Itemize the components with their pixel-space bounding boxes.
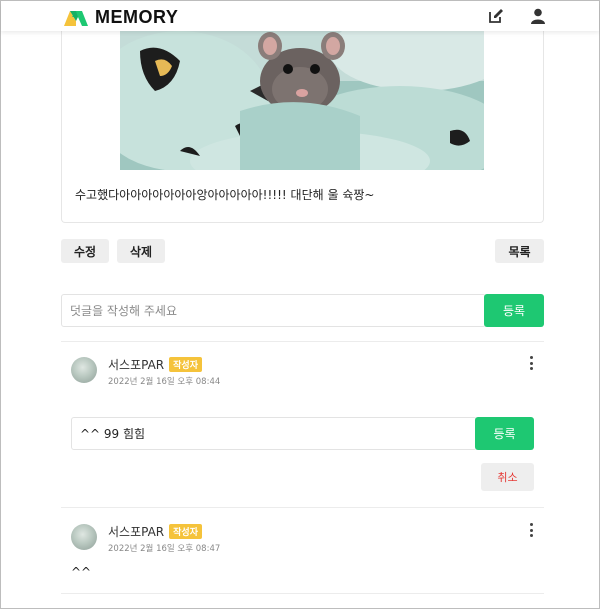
divider xyxy=(61,341,544,342)
edit-icon[interactable] xyxy=(487,7,505,25)
divider xyxy=(61,593,544,594)
user-icon[interactable] xyxy=(529,7,547,25)
avatar xyxy=(71,357,97,383)
divider xyxy=(61,507,544,508)
brand-logo[interactable]: MEMORY xyxy=(63,7,178,28)
comment-date: 2022년 2월 16일 오후 08:44 xyxy=(108,377,221,387)
comment-author-name: 서스포PAR xyxy=(108,358,165,372)
top-header: MEMORY xyxy=(1,1,599,31)
post-body-text: 수고했다아아아아아아아앙아아아아아!!!!! 대단해 울 슉짱~ xyxy=(75,188,375,202)
comment-author: 서스포PAR 작성자 xyxy=(108,356,202,373)
author-badge: 작성자 xyxy=(169,524,202,539)
comment-date: 2022년 2월 16일 오후 08:47 xyxy=(108,544,221,554)
more-options-icon[interactable] xyxy=(528,523,534,537)
edit-post-button[interactable]: 수정 xyxy=(61,239,109,263)
more-options-icon[interactable] xyxy=(528,356,534,370)
comment-author: 서스포PAR 작성자 xyxy=(108,523,202,540)
delete-post-button[interactable]: 삭제 xyxy=(117,239,165,263)
avatar xyxy=(71,524,97,550)
brand-name: MEMORY xyxy=(95,7,179,27)
logo-m-icon xyxy=(64,10,88,26)
comment-body-text: ^^ xyxy=(71,565,92,579)
comment-edit-value: ^^ 99 힘힘 xyxy=(80,427,146,441)
list-button[interactable]: 목록 xyxy=(495,239,544,263)
post-photo xyxy=(120,31,484,170)
comment-edit-submit-button[interactable]: 등록 xyxy=(475,417,534,450)
post-image xyxy=(120,31,484,170)
author-badge: 작성자 xyxy=(169,357,202,372)
comment-author-name: 서스포PAR xyxy=(108,525,165,539)
comment-edit-input[interactable]: ^^ 99 힘힘 xyxy=(71,417,477,450)
comment-edit-cancel-button[interactable]: 취소 xyxy=(481,463,534,491)
comment-submit-button[interactable]: 등록 xyxy=(484,294,544,327)
comment-input[interactable]: 덧글을 작성해 주세요 xyxy=(61,294,486,327)
comment-input-placeholder: 덧글을 작성해 주세요 xyxy=(70,304,177,318)
